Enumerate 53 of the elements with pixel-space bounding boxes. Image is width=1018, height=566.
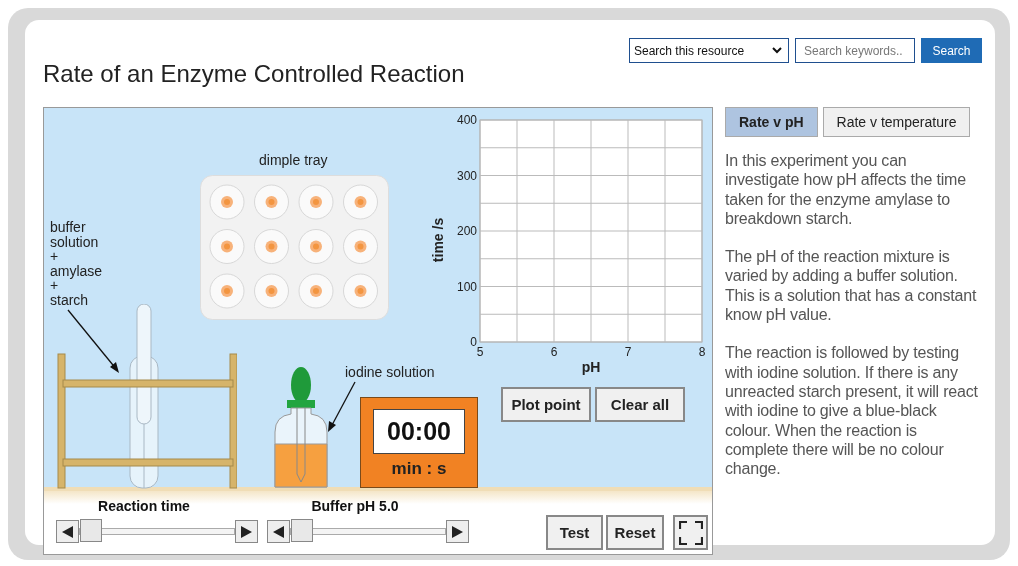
right-arrow-button[interactable] [446,520,469,543]
search-field[interactable]: Search keywords.. [795,38,915,63]
leader-arrow [67,309,121,375]
slider-thumb[interactable] [291,519,313,542]
label-line: starch [50,292,90,307]
iodine-label: iodine solution [345,364,435,380]
label-line: buffer [50,220,87,235]
x-tick-label: 5 [476,345,484,359]
left-arrow-icon [273,525,284,538]
page-title: Rate of an Enzyme Controlled Reaction [43,60,465,88]
search-button[interactable]: Search [921,38,982,63]
x-axis-label: pH [581,359,601,375]
label-line: + [50,249,60,264]
scope-dropdown[interactable]: Search this resource [629,38,789,63]
y-tick-label: 400 [456,113,477,127]
chart-button[interactable]: Plot point [501,387,591,422]
slider[interactable] [56,520,258,543]
x-tick-label: 7 [624,345,632,359]
tray-label: dimple tray [259,152,328,168]
y-tick-label: 100 [456,279,477,294]
leader-arrow [327,381,357,433]
label-line: + [50,278,59,293]
left-arrow-icon [62,525,73,538]
slider[interactable] [267,520,469,543]
right-arrow-button[interactable] [235,520,258,543]
action-button[interactable]: Test [546,515,603,550]
x-tick-label: 8 [698,345,706,359]
y-tick-label: 0 [470,335,477,349]
description-paragraph: The reaction is followed by testing with iodine solution. If there is any unreacted starch present, it will react with iodine to give a blue-black colour. When the reaction is complete there will be no colour change. [725,343,979,479]
label-line: solution [50,234,100,249]
fullscreen-button[interactable] [673,515,708,550]
fullscreen-icon [678,520,703,545]
y-tick-label: 300 [456,168,477,183]
timer-display: 00:00 [373,409,465,454]
tab[interactable]: Rate v pH [725,107,818,137]
x-tick-label: 6 [550,345,558,359]
slider-label: Reaction time [97,498,191,514]
description-paragraph: In this experiment you can investigate how pH affects the time taken for the enzyme amylase to breakdown starch. [725,151,967,229]
description-paragraph: The pH of the reaction mixture is varied by adding a buffer solution. This is a solution that has a constant know pH value. [725,247,978,325]
tab[interactable]: Rate v temperature [822,107,971,137]
y-axis-label: time /s [430,217,446,263]
slider-label: Buffer pH 5.0 [310,498,400,514]
timer-units: min : s [391,459,447,479]
chevron-icon [772,47,782,54]
left-arrow-button[interactable] [56,520,79,543]
right-arrow-icon [241,525,252,538]
left-arrow-button[interactable] [267,520,290,543]
slider-thumb[interactable] [80,519,102,542]
chart-button[interactable]: Clear all [595,387,685,422]
y-tick-label: 200 [456,224,477,238]
label-line: amylase [50,263,103,278]
action-button[interactable]: Reset [606,515,664,550]
right-arrow-icon [452,525,463,538]
